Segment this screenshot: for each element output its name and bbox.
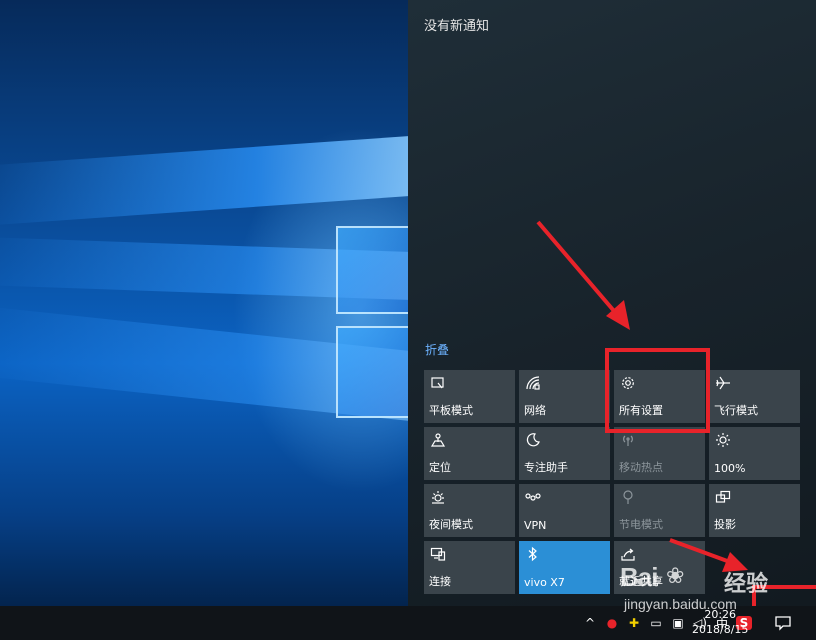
tile-mobile-hotspot[interactable]: 移动热点 <box>614 427 705 480</box>
tile-label: 夜间模式 <box>429 518 473 531</box>
tile-label: 连接 <box>429 575 451 588</box>
tablet-mode-icon <box>430 375 446 391</box>
tile-brightness[interactable]: 100% <box>709 427 800 480</box>
tile-label: 飞行模式 <box>714 404 758 417</box>
tile-label: VPN <box>524 519 547 532</box>
tile-airplane-mode[interactable]: 飞行模式 <box>709 370 800 423</box>
windows-logo-pane <box>336 226 408 314</box>
watermark-brand: Bai <box>620 562 658 592</box>
tile-label: 平板模式 <box>429 404 473 417</box>
tile-network[interactable]: 网络 <box>519 370 610 423</box>
nearby-share-icon <box>620 546 636 562</box>
wallpaper-light-beam <box>0 133 408 227</box>
tile-label: vivo X7 <box>524 576 565 589</box>
location-icon <box>430 432 446 448</box>
qq-penguin-icon[interactable]: ● <box>604 616 620 630</box>
night-light-icon <box>430 489 446 505</box>
tile-label: 专注助手 <box>524 461 568 474</box>
no-notifications-text: 没有新通知 <box>424 19 490 34</box>
brightness-icon <box>715 432 731 448</box>
chevron-up-icon[interactable]: ^ <box>582 616 598 630</box>
tile-label: 节电模式 <box>619 518 663 531</box>
action-center-panel: 没有新通知 折叠 平板模式 网络 所有设置 飞行模式 定位 专注助手 移动热点 … <box>408 0 816 606</box>
airplane-icon <box>715 375 731 391</box>
highlight-box-all-settings <box>605 348 710 433</box>
windows-logo-pane <box>336 326 408 418</box>
connect-icon <box>430 546 446 562</box>
tile-label: 100% <box>714 462 746 475</box>
baidu-watermark: Bai ❀ 经验 jingyan.baidu.com <box>620 562 790 624</box>
tile-focus-assist[interactable]: 专注助手 <box>519 427 610 480</box>
vpn-icon <box>525 489 541 505</box>
tile-tablet-mode[interactable]: 平板模式 <box>424 370 515 423</box>
collapse-link[interactable]: 折叠 <box>425 341 449 358</box>
tile-project[interactable]: 投影 <box>709 484 800 537</box>
tile-connect[interactable]: 连接 <box>424 541 515 594</box>
tile-label: 投影 <box>714 518 736 531</box>
project-icon <box>715 489 731 505</box>
tile-label: 移动热点 <box>619 461 663 474</box>
clock-date: 2018/8/15 <box>692 623 749 636</box>
tile-label: 网络 <box>524 404 546 417</box>
hotspot-icon <box>620 432 636 448</box>
moon-icon <box>525 432 541 448</box>
watermark-brand-cn: 经验 <box>724 572 769 597</box>
watermark-url: jingyan.baidu.com <box>624 596 737 612</box>
tile-battery-saver[interactable]: 节电模式 <box>614 484 705 537</box>
tile-vpn[interactable]: VPN <box>519 484 610 537</box>
paw-icon: ❀ <box>666 564 685 589</box>
battery-saver-icon <box>620 489 636 505</box>
tile-bluetooth-vivo[interactable]: vivo X7 <box>519 541 610 594</box>
network-icon <box>525 375 541 391</box>
desktop-wallpaper <box>0 0 408 606</box>
tile-night-light[interactable]: 夜间模式 <box>424 484 515 537</box>
tile-label: 定位 <box>429 461 451 474</box>
bluetooth-icon <box>525 546 541 562</box>
tile-location[interactable]: 定位 <box>424 427 515 480</box>
